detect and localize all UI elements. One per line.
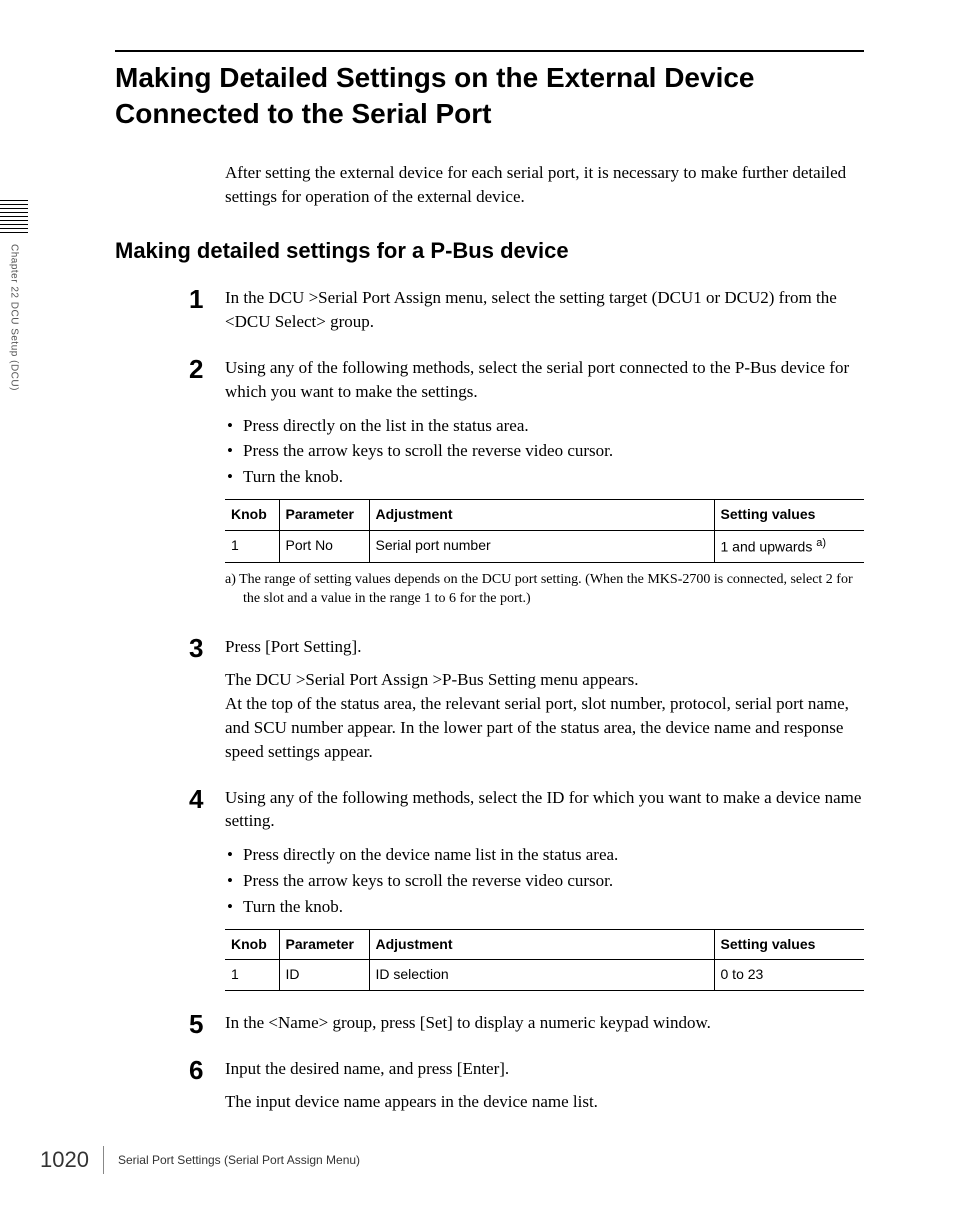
step-number: 2	[189, 356, 225, 382]
page-footer: 1020 Serial Port Settings (Serial Port A…	[40, 1146, 360, 1174]
table-row: 1 ID ID selection 0 to 23	[225, 960, 864, 991]
cell-parameter: Port No	[279, 530, 369, 562]
col-header-parameter: Parameter	[279, 499, 369, 530]
table-header-row: Knob Parameter Adjustment Setting values	[225, 499, 864, 530]
col-header-knob: Knob	[225, 929, 279, 960]
knob-parameter-table: Knob Parameter Adjustment Setting values…	[225, 929, 864, 991]
footer-divider	[103, 1146, 104, 1174]
col-header-knob: Knob	[225, 499, 279, 530]
cell-knob: 1	[225, 530, 279, 562]
cell-adjustment: Serial port number	[369, 530, 714, 562]
step-text: The input device name appears in the dev…	[225, 1090, 864, 1114]
sidebar-chapter-label: Chapter 22 DCU Setup (DCU)	[9, 244, 20, 391]
step-6: 6 Input the desired name, and press [Ent…	[225, 1057, 864, 1125]
col-header-parameter: Parameter	[279, 929, 369, 960]
step-4: 4 Using any of the following methods, se…	[225, 786, 864, 999]
list-item: Press the arrow keys to scroll the rever…	[225, 439, 864, 463]
table-header-row: Knob Parameter Adjustment Setting values	[225, 929, 864, 960]
step-text: In the DCU >Serial Port Assign menu, sel…	[225, 286, 864, 334]
table-footnote: a) The range of setting values depends o…	[225, 571, 864, 609]
sidebar-marker: Chapter 22 DCU Setup (DCU)	[0, 200, 28, 391]
intro-paragraph: After setting the external device for ea…	[225, 161, 864, 209]
step-number: 6	[189, 1057, 225, 1083]
cell-setting: 0 to 23	[714, 960, 864, 991]
step-text: The DCU >Serial Port Assign >P-Bus Setti…	[225, 668, 864, 692]
step-3: 3 Press [Port Setting]. The DCU >Serial …	[225, 635, 864, 774]
step-text: Using any of the following methods, sele…	[225, 356, 864, 404]
bullet-list: Press directly on the device name list i…	[225, 843, 864, 918]
list-item: Press directly on the list in the status…	[225, 414, 864, 438]
step-text: In the <Name> group, press [Set] to disp…	[225, 1011, 864, 1035]
step-1: 1 In the DCU >Serial Port Assign menu, s…	[225, 286, 864, 344]
step-number: 4	[189, 786, 225, 812]
footnote-ref: a)	[816, 537, 826, 549]
step-text: Using any of the following methods, sele…	[225, 786, 864, 834]
cell-adjustment: ID selection	[369, 960, 714, 991]
setting-value-text: 1 and upwards	[721, 538, 817, 554]
list-item: Press the arrow keys to scroll the rever…	[225, 869, 864, 893]
page-number: 1020	[40, 1147, 89, 1173]
cell-setting: 1 and upwards a)	[714, 530, 864, 562]
step-5: 5 In the <Name> group, press [Set] to di…	[225, 1011, 864, 1045]
step-2: 2 Using any of the following methods, se…	[225, 356, 864, 623]
col-header-adjustment: Adjustment	[369, 929, 714, 960]
knob-parameter-table: Knob Parameter Adjustment Setting values…	[225, 499, 864, 563]
step-number: 5	[189, 1011, 225, 1037]
page-title: Making Detailed Settings on the External…	[115, 60, 864, 133]
cell-knob: 1	[225, 960, 279, 991]
cell-parameter: ID	[279, 960, 369, 991]
col-header-adjustment: Adjustment	[369, 499, 714, 530]
step-number: 3	[189, 635, 225, 661]
table-row: 1 Port No Serial port number 1 and upwar…	[225, 530, 864, 562]
list-item: Press directly on the device name list i…	[225, 843, 864, 867]
step-text: At the top of the status area, the relev…	[225, 692, 864, 763]
top-rule	[115, 50, 864, 52]
col-header-setting: Setting values	[714, 499, 864, 530]
step-text: Input the desired name, and press [Enter…	[225, 1057, 864, 1081]
bullet-list: Press directly on the list in the status…	[225, 414, 864, 489]
footer-section-label: Serial Port Settings (Serial Port Assign…	[118, 1153, 360, 1167]
list-item: Turn the knob.	[225, 895, 864, 919]
list-item: Turn the knob.	[225, 465, 864, 489]
margin-lines-icon	[0, 200, 28, 236]
step-number: 1	[189, 286, 225, 312]
step-text: Press [Port Setting].	[225, 635, 864, 659]
col-header-setting: Setting values	[714, 929, 864, 960]
section-heading: Making detailed settings for a P-Bus dev…	[115, 238, 864, 264]
